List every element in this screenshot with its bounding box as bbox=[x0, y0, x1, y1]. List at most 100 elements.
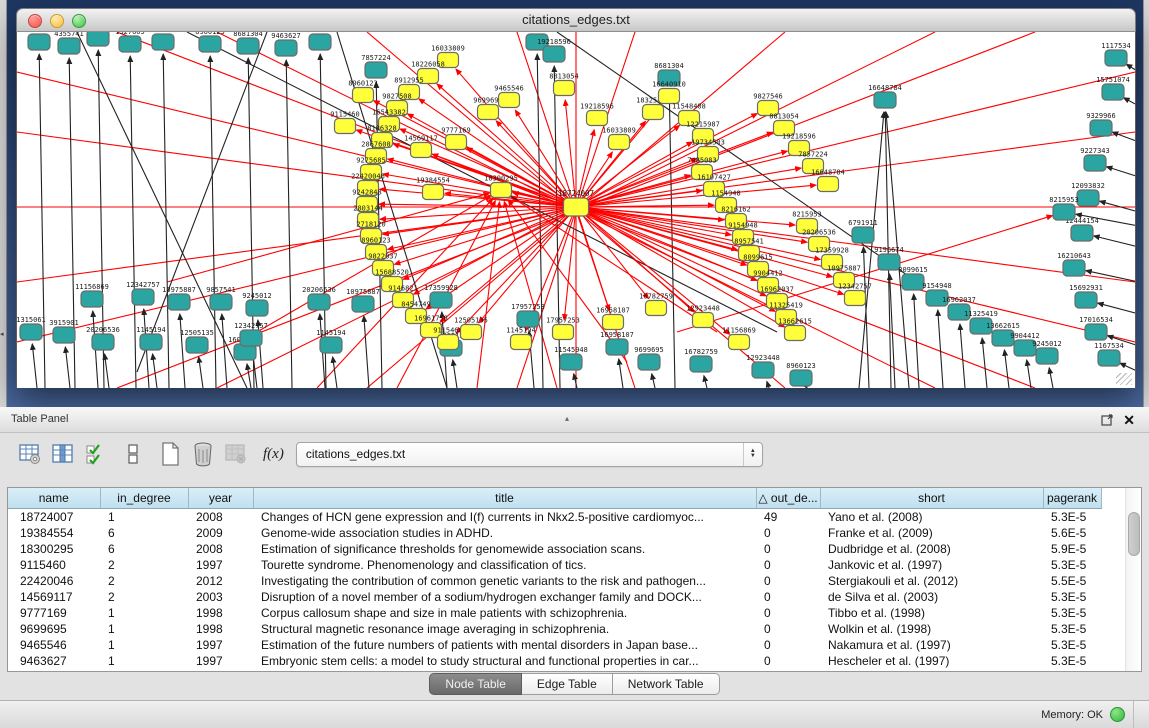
table-cell[interactable]: 5.3E-5 bbox=[1043, 589, 1101, 605]
network-node[interactable]: 9329966 bbox=[1086, 112, 1116, 136]
table-row[interactable]: 969969511998Structural magnetic resonanc… bbox=[8, 621, 1101, 637]
table-cell[interactable]: 1 bbox=[100, 637, 188, 653]
table-cell[interactable]: 1 bbox=[100, 653, 188, 669]
network-node[interactable]: 1315061 bbox=[148, 32, 178, 50]
network-node[interactable]: 18724007 bbox=[558, 189, 594, 216]
black-edge[interactable] bbox=[199, 357, 203, 388]
table-cell[interactable]: 5.5E-5 bbox=[1043, 573, 1101, 589]
black-edge[interactable] bbox=[1049, 368, 1053, 388]
red-edge[interactable] bbox=[403, 207, 576, 279]
table-cell[interactable]: 1 bbox=[100, 621, 188, 637]
black-edge[interactable] bbox=[1126, 64, 1135, 72]
table-cell[interactable]: 1998 bbox=[188, 621, 253, 637]
table-cell[interactable]: 9777169 bbox=[8, 605, 100, 621]
network-node[interactable]: 20206536 bbox=[86, 326, 120, 350]
network-node[interactable]: 20691406 bbox=[22, 32, 56, 50]
black-edge[interactable] bbox=[767, 381, 769, 388]
table-cell[interactable]: 2008 bbox=[188, 509, 253, 526]
column-header[interactable]: title bbox=[253, 488, 756, 509]
table-cell[interactable]: 0 bbox=[756, 573, 820, 589]
table-row[interactable]: 1938455462009Genome-wide association stu… bbox=[8, 525, 1101, 541]
black-edge[interactable] bbox=[982, 338, 987, 388]
black-edge[interactable] bbox=[1124, 98, 1135, 106]
splitter-collapse-icon[interactable]: ▴ bbox=[565, 406, 569, 431]
network-node[interactable]: 17957253 bbox=[511, 303, 545, 327]
scrollbar-thumb[interactable] bbox=[1128, 512, 1140, 556]
table-cell[interactable]: 2012 bbox=[188, 573, 253, 589]
table-cell[interactable]: 1 bbox=[100, 509, 188, 526]
network-node[interactable]: 9245012 bbox=[1032, 340, 1062, 364]
network-node[interactable]: 16782759 bbox=[684, 348, 718, 372]
table-cell[interactable]: 0 bbox=[756, 541, 820, 557]
close-window-button[interactable] bbox=[28, 14, 42, 28]
table-cell[interactable]: 2 bbox=[100, 557, 188, 573]
table-cell[interactable]: Stergiakouli et al. (2012) bbox=[820, 573, 1043, 589]
table-cell[interactable]: 5.3E-5 bbox=[1043, 509, 1101, 526]
column-header[interactable]: pagerank bbox=[1043, 488, 1101, 509]
network-node[interactable]: 8960123 bbox=[195, 32, 225, 52]
red-edge[interactable] bbox=[576, 132, 773, 207]
column-header[interactable]: year bbox=[188, 488, 253, 509]
table-cell[interactable]: 1 bbox=[100, 605, 188, 621]
network-node[interactable]: 1145194 bbox=[316, 329, 346, 353]
network-node[interactable]: 16958107 bbox=[600, 331, 634, 355]
black-edge[interactable] bbox=[863, 247, 869, 388]
table-settings-icon[interactable] bbox=[16, 440, 44, 468]
network-node[interactable]: 12342757 bbox=[126, 281, 160, 305]
network-node[interactable]: 12923448 bbox=[746, 354, 780, 378]
table-cell[interactable]: 49 bbox=[756, 509, 820, 526]
network-node[interactable]: 8960123 bbox=[348, 80, 378, 103]
table-cell[interactable]: Investigating the contribution of common… bbox=[253, 573, 756, 589]
zoom-window-button[interactable] bbox=[72, 14, 86, 28]
network-node[interactable]: 16648784 bbox=[868, 84, 902, 108]
red-edge[interactable] bbox=[564, 207, 576, 320]
delete-column-trash-icon[interactable] bbox=[189, 440, 217, 468]
black-edge[interactable] bbox=[105, 354, 109, 388]
table-cell[interactable]: Tourette syndrome. Phenomenology and cla… bbox=[253, 557, 756, 573]
table-cell[interactable]: 5.3E-5 bbox=[1043, 557, 1101, 573]
table-cell[interactable]: 9463627 bbox=[8, 653, 100, 669]
table-select-dropdown[interactable]: citations_edges.txt ▲▼ bbox=[296, 442, 763, 467]
network-node[interactable]: 10055267 bbox=[81, 32, 115, 46]
table-cell[interactable]: 0 bbox=[756, 525, 820, 541]
network-node[interactable]: 1117534 bbox=[1101, 42, 1131, 66]
select-visible-columns-icon[interactable] bbox=[82, 440, 110, 468]
network-node[interactable]: 13662615 bbox=[778, 318, 812, 341]
table-cell[interactable]: 2008 bbox=[188, 541, 253, 557]
network-node[interactable]: 17957253 bbox=[546, 317, 580, 340]
float-panel-icon[interactable] bbox=[1101, 413, 1114, 426]
table-row[interactable]: 2242004622012Investigating the contribut… bbox=[8, 573, 1101, 589]
tab-node-table[interactable]: Node Table bbox=[429, 673, 522, 695]
table-row[interactable]: 1456911722003Disruption of a novel membe… bbox=[8, 589, 1101, 605]
black-edge[interactable] bbox=[1027, 360, 1031, 388]
black-edge[interactable] bbox=[153, 354, 157, 388]
network-node[interactable]: 12444154 bbox=[1065, 217, 1099, 241]
black-edge[interactable] bbox=[333, 357, 337, 388]
table-cell[interactable]: de Silva et al. (2003) bbox=[820, 589, 1043, 605]
network-node[interactable]: 9115460 bbox=[433, 327, 463, 350]
table-cell[interactable]: 1997 bbox=[188, 557, 253, 573]
network-node[interactable]: 16033809 bbox=[602, 127, 636, 150]
collapse-arrow-icon[interactable]: ◂ bbox=[0, 330, 4, 338]
table-cell[interactable]: 18300295 bbox=[8, 541, 100, 557]
table-row[interactable]: 946362711997Embryonic stem cells: a mode… bbox=[8, 653, 1101, 669]
table-cell[interactable]: 9115460 bbox=[8, 557, 100, 573]
table-cell[interactable]: Estimation of the future numbers of pati… bbox=[253, 637, 756, 653]
row-options-icon[interactable] bbox=[119, 440, 147, 468]
table-cell[interactable]: 1997 bbox=[188, 653, 253, 669]
table-row[interactable]: 911546021997Tourette syndrome. Phenomeno… bbox=[8, 557, 1101, 573]
table-cell[interactable]: Tibbo et al. (1998) bbox=[820, 605, 1043, 621]
table-cell[interactable]: 0 bbox=[756, 621, 820, 637]
table-cell[interactable]: Nakamura et al. (1997) bbox=[820, 637, 1043, 653]
table-cell[interactable]: 14569117 bbox=[8, 589, 100, 605]
black-edge[interactable] bbox=[137, 32, 267, 372]
table-cell[interactable]: 0 bbox=[756, 653, 820, 669]
table-cell[interactable]: 5.3E-5 bbox=[1043, 653, 1101, 669]
results-panel-collapsed-edge[interactable] bbox=[1143, 0, 1149, 407]
table-cell[interactable]: Wolkin et al. (1998) bbox=[820, 621, 1043, 637]
table-cell[interactable]: Embryonic stem cells: a model to study s… bbox=[253, 653, 756, 669]
black-edge[interactable] bbox=[1094, 236, 1135, 247]
table-cell[interactable]: 0 bbox=[756, 557, 820, 573]
network-node[interactable]: 1527605 bbox=[115, 32, 145, 52]
citation-network-graph[interactable]: 2069140643557411005526715276051315061896… bbox=[17, 32, 1135, 388]
